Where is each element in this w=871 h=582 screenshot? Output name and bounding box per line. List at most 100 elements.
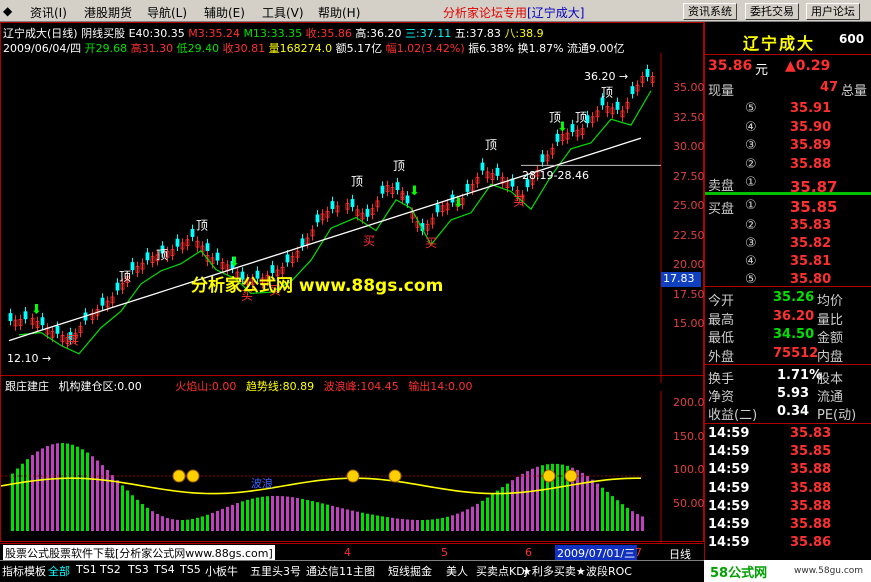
candle-body bbox=[215, 252, 220, 261]
tab-15[interactable]: 波段ROC bbox=[586, 563, 632, 579]
news-system-button[interactable]: 资讯系统 bbox=[683, 3, 737, 20]
formula-tabs: 指标 模板 全部 TS1 TS2 TS3 TS4 TS5 小板牛 五里头3号 通达信11主图 短线掘金… bbox=[0, 560, 704, 582]
indicator-bar bbox=[226, 506, 229, 531]
footer-link[interactable]: 股票公式股票软件下载[分析家公式网www.88gs.com] bbox=[3, 545, 275, 561]
price-tick: 15.00 bbox=[673, 317, 705, 330]
forum-button[interactable]: 用户论坛 bbox=[806, 3, 860, 20]
date-axis: 股票公式股票软件下载[分析家公式网www.88gs.com] 4 5 6 200… bbox=[1, 543, 703, 561]
indicator-bar bbox=[526, 471, 529, 531]
indicator-bar bbox=[351, 510, 354, 531]
tab-7[interactable]: TS5 bbox=[180, 563, 201, 576]
indicator-bar bbox=[291, 497, 294, 531]
price-tick: 32.50 bbox=[673, 110, 705, 124]
candle-body bbox=[190, 228, 195, 237]
indicator-bar bbox=[121, 485, 124, 531]
tab-3[interactable]: TS1 bbox=[76, 563, 97, 576]
quote-stock-code: 600 bbox=[839, 32, 865, 46]
buy-marker: 买 bbox=[425, 236, 437, 250]
tab-2[interactable]: 全部 bbox=[48, 563, 70, 579]
candle-body bbox=[315, 214, 320, 223]
indicator-bar bbox=[186, 519, 189, 531]
indicator-bar bbox=[86, 452, 89, 531]
tick-time: 14:59 bbox=[708, 498, 750, 514]
stat2-value: 5.93 bbox=[777, 386, 810, 401]
indicator-bar bbox=[376, 515, 379, 531]
eight-value: 八:38.9 bbox=[504, 27, 544, 40]
indicator-bar bbox=[451, 515, 454, 531]
buy-marker: 买 bbox=[363, 234, 375, 248]
buy-label: 买盘 bbox=[708, 202, 735, 217]
indicator-bar bbox=[561, 464, 564, 531]
tab-8[interactable]: 小板牛 bbox=[205, 563, 238, 579]
top-marker: 顶 bbox=[575, 111, 587, 125]
menu-hk-futures[interactable]: 港股期货 bbox=[84, 4, 132, 21]
price-chart[interactable]: 顶顶顶顶顶顶顶 顶顶买买 买买 买买⬇⬇⬇⬇⬇ bbox=[1, 53, 703, 383]
indicator-bar bbox=[516, 476, 519, 531]
indicator-bar bbox=[486, 497, 489, 531]
indicator-bar bbox=[471, 506, 474, 531]
tab-1[interactable]: 模板 bbox=[24, 563, 46, 579]
candle-body bbox=[615, 101, 620, 110]
trade-button[interactable]: 委托交易 bbox=[745, 3, 799, 20]
tab-4[interactable]: TS2 bbox=[100, 563, 121, 576]
menu-help[interactable]: 帮助(H) bbox=[318, 4, 360, 21]
indicator-bar bbox=[66, 443, 69, 531]
indicator-bar bbox=[356, 511, 359, 531]
forum-title: 分析家论坛专用[辽宁成大] bbox=[443, 6, 585, 20]
indicator-bar bbox=[491, 494, 494, 531]
tick-price: 35.86 bbox=[790, 535, 832, 551]
tab-11[interactable]: 短线掘金 bbox=[388, 563, 432, 579]
indicator-bar bbox=[611, 496, 614, 531]
buy-level-num: ⑤ bbox=[745, 272, 757, 287]
menu-tools[interactable]: 工具(V) bbox=[262, 4, 304, 21]
menu-bar: ◆ 资讯(I) 港股期货 导航(L) 辅助(E) 工具(V) 帮助(H) 分析家… bbox=[0, 0, 871, 22]
indicator-chart[interactable]: 波浪 bbox=[1, 391, 703, 543]
indicator-bar bbox=[481, 500, 484, 531]
book-divider bbox=[705, 192, 871, 195]
indicator-bar bbox=[16, 468, 19, 531]
tab-12[interactable]: 美人 bbox=[446, 563, 468, 579]
tick-time: 14:59 bbox=[708, 444, 750, 460]
tab-13[interactable]: 买卖点KDJ bbox=[476, 563, 528, 579]
tab-14[interactable]: ★利多买卖★ bbox=[522, 563, 586, 579]
tab-5[interactable]: TS3 bbox=[128, 563, 149, 576]
stat-label: 最低 bbox=[708, 331, 735, 346]
indicator-bar bbox=[581, 472, 584, 531]
site-name: 58公式网 bbox=[710, 566, 768, 581]
app-icon[interactable]: ◆ bbox=[3, 4, 12, 18]
tick-time: 14:59 bbox=[708, 480, 750, 496]
smile-icon bbox=[186, 469, 200, 483]
indicator-bar bbox=[296, 497, 299, 531]
chart-area[interactable]: 辽宁成大(日线) 阴线买股 E40:30.35 M3:35.24 M13:33.… bbox=[0, 22, 705, 561]
tab-9[interactable]: 五里头3号 bbox=[250, 563, 301, 579]
indicator-bar bbox=[411, 519, 414, 531]
stat-label: 今开 bbox=[708, 294, 735, 309]
candle-body bbox=[115, 282, 120, 291]
tab-6[interactable]: TS4 bbox=[154, 563, 175, 576]
tick-time: 14:59 bbox=[708, 462, 750, 478]
e40-value: E40:30.35 bbox=[128, 27, 185, 40]
indicator-bar bbox=[586, 476, 589, 531]
stat-right-label: 量比 bbox=[817, 312, 844, 328]
indicator-bar bbox=[241, 501, 244, 531]
tab-10[interactable]: 通达信11主图 bbox=[306, 563, 375, 579]
menu-aux[interactable]: 辅助(E) bbox=[204, 4, 245, 21]
stat2-label: 净资 bbox=[708, 390, 735, 405]
menu-nav[interactable]: 导航(L) bbox=[147, 4, 187, 21]
candle-body bbox=[8, 313, 13, 322]
indicator-bar bbox=[406, 519, 409, 531]
indicator-bar bbox=[591, 479, 594, 531]
stat2-value: 0.34 bbox=[777, 404, 810, 419]
menu-info[interactable]: 资讯(I) bbox=[30, 4, 67, 21]
tab-0[interactable]: 指标 bbox=[2, 563, 24, 579]
indicator-bar bbox=[556, 463, 559, 531]
sell-level-price: 35.89 bbox=[790, 138, 832, 153]
price-tick: 20.00 bbox=[673, 258, 705, 271]
indicator-bar bbox=[626, 507, 629, 531]
indicator-bar bbox=[36, 451, 39, 531]
buy-level-price: 35.80 bbox=[790, 272, 832, 287]
indicator-bar bbox=[391, 517, 394, 531]
candle-body bbox=[630, 86, 635, 95]
indicator-bar bbox=[606, 491, 609, 531]
three-value: 三:37.11 bbox=[405, 27, 452, 40]
